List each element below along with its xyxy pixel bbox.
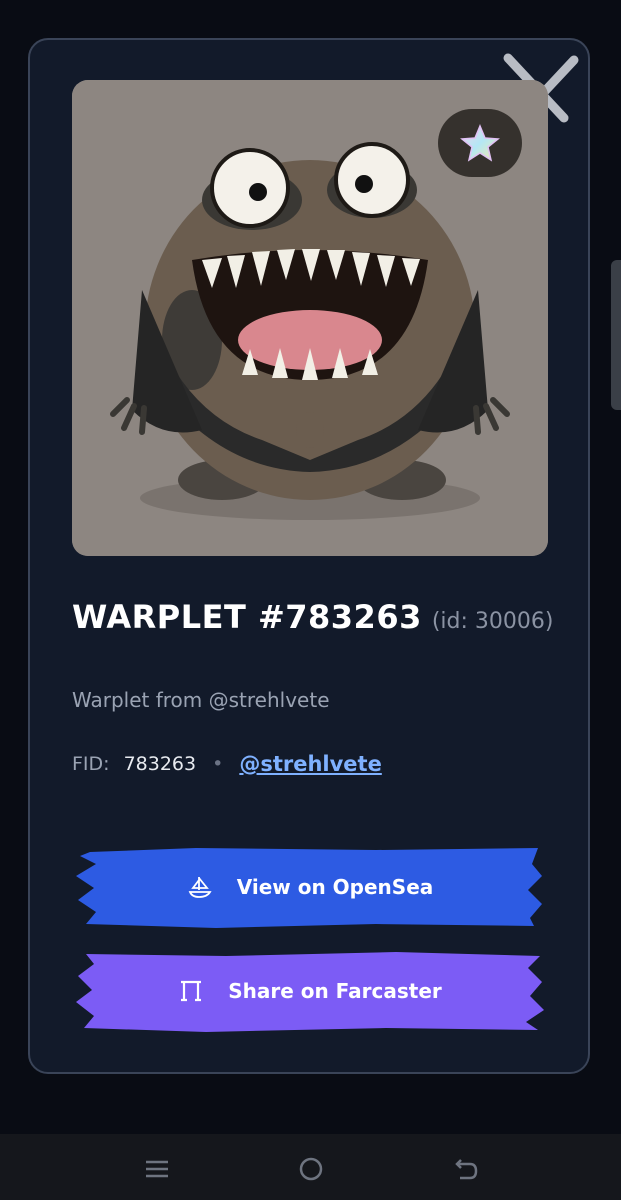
favorite-badge[interactable] xyxy=(438,109,522,177)
back-icon xyxy=(455,1159,478,1180)
star-icon xyxy=(460,124,500,162)
opensea-boat-icon xyxy=(187,874,213,900)
share-on-farcaster-button[interactable]: Share on Farcaster xyxy=(76,950,544,1032)
recents-button[interactable] xyxy=(142,1154,172,1184)
nft-description: Warplet from @strehlvete xyxy=(72,688,330,712)
menu-icon xyxy=(146,1160,168,1178)
nft-title-row: WARPLET #783263 (id: 30006) xyxy=(72,598,553,636)
view-on-opensea-button[interactable]: View on OpenSea xyxy=(76,846,544,928)
nft-name: WARPLET #783263 xyxy=(72,598,422,636)
farcaster-arch-icon xyxy=(178,978,204,1004)
fid-value: 783263 xyxy=(123,753,197,775)
back-button[interactable] xyxy=(452,1154,482,1184)
nft-id: (id: 30006) xyxy=(431,609,554,634)
farcaster-button-label: Share on Farcaster xyxy=(228,979,442,1003)
home-icon xyxy=(299,1157,323,1181)
edge-handle[interactable] xyxy=(611,260,621,410)
user-handle-link[interactable]: @strehlvete xyxy=(239,752,382,776)
separator-dot: • xyxy=(212,753,224,775)
fid-label: FID: xyxy=(72,753,110,775)
opensea-button-label: View on OpenSea xyxy=(236,875,434,899)
fid-row: FID: 783263 • @strehlvete xyxy=(72,752,382,776)
home-button[interactable] xyxy=(296,1154,326,1184)
